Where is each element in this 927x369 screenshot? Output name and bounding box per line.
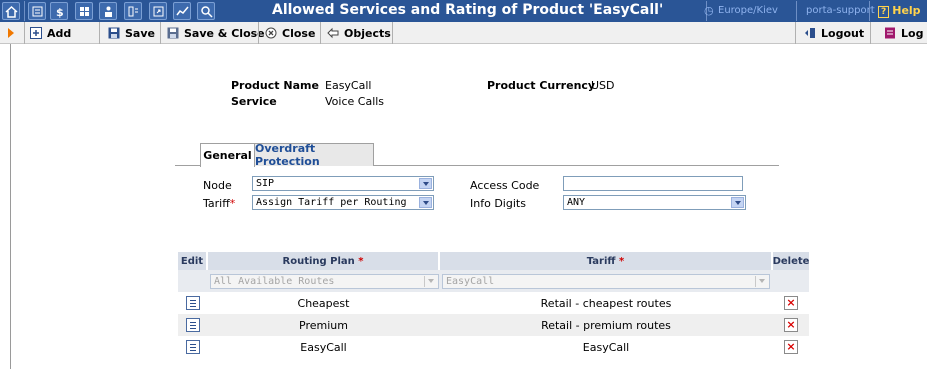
home-icon[interactable] bbox=[2, 2, 20, 20]
chevron-down-icon bbox=[419, 178, 432, 189]
delete-icon[interactable]: × bbox=[784, 296, 798, 310]
objects-button[interactable]: Objects bbox=[327, 23, 391, 43]
objects-label: Objects bbox=[344, 26, 391, 40]
close-label: Close bbox=[282, 26, 316, 40]
tariff-cell: Retail - premium routes bbox=[541, 318, 671, 332]
node-icon[interactable] bbox=[124, 2, 142, 20]
chevron-down-icon bbox=[755, 276, 768, 287]
tariff-filter-value: EasyCall bbox=[446, 276, 495, 287]
node-select-value: SIP bbox=[256, 178, 275, 189]
play-arrow-icon bbox=[8, 28, 14, 38]
clock-icon: ◷ bbox=[704, 4, 714, 17]
save-close-label: Save & Close bbox=[184, 26, 265, 40]
save-close-icon bbox=[167, 27, 179, 39]
routing-plan-cell: Cheapest bbox=[297, 296, 350, 310]
page-title: Allowed Services and Rating of Product '… bbox=[272, 2, 664, 18]
column-header-delete: Delete bbox=[773, 252, 809, 270]
tab-general[interactable]: General bbox=[200, 143, 255, 167]
log-icon bbox=[884, 27, 896, 39]
tariff-cell: EasyCall bbox=[582, 340, 630, 354]
save-label: Save bbox=[125, 26, 155, 40]
routing-plan-cell: Premium bbox=[299, 318, 348, 332]
log-button[interactable]: Log bbox=[884, 23, 923, 43]
save-close-button[interactable]: Save & Close bbox=[167, 23, 265, 43]
save-icon bbox=[108, 27, 120, 39]
edit-icon[interactable] bbox=[185, 318, 200, 332]
node-label: Node bbox=[203, 179, 232, 192]
add-label: Add bbox=[47, 26, 72, 40]
routing-plan-filter-value: All Available Routes bbox=[214, 276, 335, 287]
logout-label: Logout bbox=[821, 26, 865, 40]
save-button[interactable]: Save bbox=[108, 23, 155, 43]
chevron-down-icon bbox=[424, 276, 437, 287]
tariff-select[interactable]: Assign Tariff per Routing bbox=[252, 195, 434, 210]
search-icon[interactable] bbox=[197, 2, 215, 20]
logout-button[interactable]: Logout bbox=[804, 23, 864, 43]
table-row: Premium Retail - premium routes × bbox=[178, 314, 809, 336]
person-icon[interactable] bbox=[99, 2, 117, 20]
content-border bbox=[10, 44, 11, 369]
log-label: Log bbox=[901, 26, 924, 40]
edit-icon[interactable] bbox=[185, 340, 200, 354]
add-icon bbox=[30, 27, 42, 39]
product-name-value: EasyCall bbox=[325, 79, 372, 92]
timezone-link[interactable]: Europe/Kiev bbox=[718, 5, 778, 16]
access-code-label: Access Code bbox=[470, 179, 540, 192]
help-label: Help bbox=[892, 4, 921, 17]
list-icon[interactable] bbox=[28, 2, 46, 20]
toolbar: Add Save Save & Close Close Objects Logo… bbox=[0, 22, 927, 44]
tariff-filter-select[interactable]: EasyCall bbox=[442, 274, 770, 289]
help-link[interactable]: ? Help bbox=[878, 4, 921, 18]
routing-plan-cell: EasyCall bbox=[300, 340, 347, 354]
close-icon bbox=[265, 27, 277, 39]
chevron-down-icon bbox=[731, 197, 744, 208]
table-row: Cheapest Retail - cheapest routes × bbox=[178, 292, 809, 314]
product-name-label: Product Name bbox=[231, 79, 319, 92]
logout-icon bbox=[804, 27, 816, 39]
objects-icon bbox=[327, 27, 339, 39]
tariff-label: Tariff* bbox=[203, 197, 236, 210]
grid-icon[interactable] bbox=[75, 2, 93, 20]
user-link[interactable]: porta-support bbox=[806, 5, 875, 16]
delete-icon[interactable]: × bbox=[784, 318, 798, 332]
chart-icon[interactable] bbox=[173, 2, 191, 20]
access-code-input[interactable] bbox=[563, 176, 743, 191]
tariff-cell: Retail - cheapest routes bbox=[540, 296, 672, 310]
product-currency-value: USD bbox=[591, 79, 615, 92]
column-header-edit: Edit bbox=[178, 252, 207, 270]
add-button[interactable]: Add bbox=[30, 23, 71, 43]
export-icon[interactable] bbox=[149, 2, 167, 20]
chevron-down-icon bbox=[419, 197, 432, 208]
node-select[interactable]: SIP bbox=[252, 176, 434, 191]
column-header-routing-plan: Routing Plan * bbox=[208, 252, 439, 270]
info-digits-select[interactable]: ANY bbox=[563, 195, 746, 210]
routing-plan-filter-select[interactable]: All Available Routes bbox=[210, 274, 439, 289]
product-currency-label: Product Currency bbox=[487, 79, 596, 92]
tab-overdraft-protection[interactable]: Overdraft Protection bbox=[254, 142, 374, 168]
tariff-select-value: Assign Tariff per Routing bbox=[256, 197, 407, 208]
svg-text:$: $ bbox=[56, 6, 64, 18]
edit-icon[interactable] bbox=[185, 296, 200, 310]
service-value: Voice Calls bbox=[325, 95, 385, 108]
delete-icon[interactable]: × bbox=[784, 340, 798, 354]
info-digits-select-value: ANY bbox=[567, 197, 586, 208]
service-label: Service bbox=[231, 95, 277, 108]
column-header-tariff: Tariff * bbox=[440, 252, 772, 270]
table-row: EasyCall EasyCall × bbox=[178, 336, 809, 358]
dollar-icon[interactable]: $ bbox=[50, 2, 68, 20]
title-bar: $ Allowed Services and Rating of Product… bbox=[0, 0, 927, 22]
info-digits-label: Info Digits bbox=[470, 197, 526, 210]
close-button[interactable]: Close bbox=[265, 23, 315, 43]
